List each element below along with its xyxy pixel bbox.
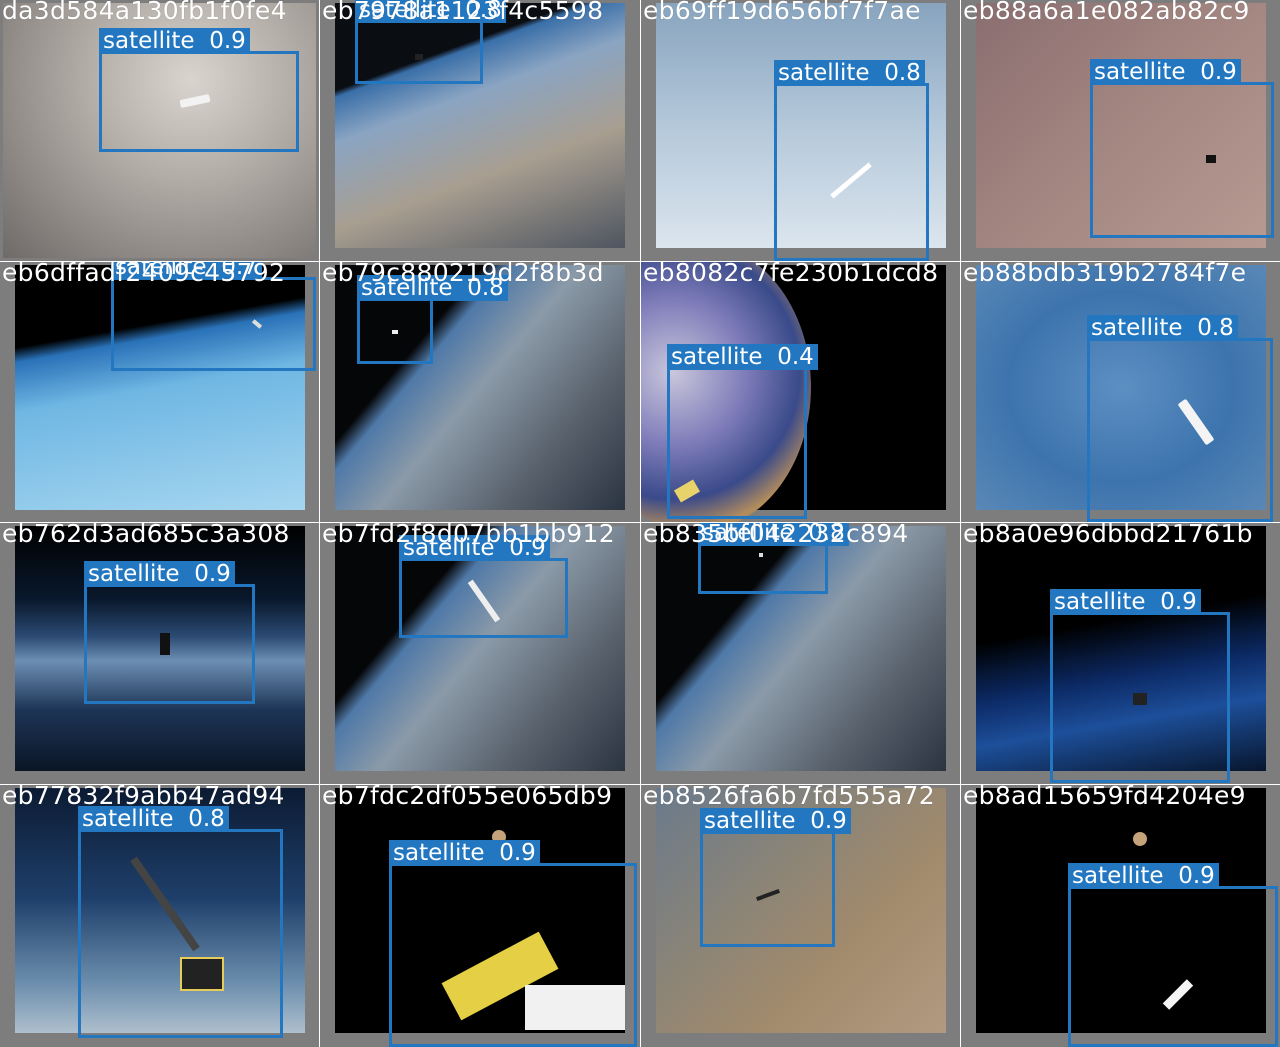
bounding-box: satellite 0.8 — [357, 275, 508, 364]
tile-9[interactable]: satellite 0.9 eb762d3ad685c3a308 — [0, 523, 319, 784]
tile-14[interactable]: satellite 0.9 eb7fdc2df055e065db9 — [320, 785, 640, 1047]
tile-12[interactable]: satellite 0.9 eb8a0e96dbbd21761b — [961, 523, 1280, 784]
tile-10[interactable]: satellite 0.9 eb7fd2f8d07bb1bb912 — [320, 523, 640, 784]
detection-label: satellite 0.9 — [1050, 589, 1201, 615]
detection-label: satellite 0.9 — [389, 840, 540, 866]
tile-1[interactable]: satellite 0.9 da3d584a130fb1f0fe4 — [0, 0, 319, 261]
tile-filename: eb7fd2f8d07bb1bb912 — [322, 523, 615, 548]
tile-filename: eb79c880219d2f8b3d — [322, 262, 604, 287]
bounding-box: satellite 0.8 — [698, 523, 849, 594]
tile-13[interactable]: satellite 0.8 eb77832f9abb47ad94 — [0, 785, 319, 1047]
bounding-box: satellite 0.8 — [1087, 315, 1273, 522]
tile-filename: eb88a6a1e082ab82c9 — [963, 0, 1250, 25]
tile-3[interactable]: satellite 0.8 eb69ff19d656bf7f7ae — [641, 0, 960, 261]
tile-7[interactable]: satellite 0.4 eb8082c7fe230b1dcd8 — [641, 262, 960, 522]
tile-filename: eb8a0e96dbbd21761b — [963, 523, 1253, 548]
detection-label: satellite 0.8 — [774, 60, 925, 86]
tile-filename: eb8ad15659fd4204e9 — [963, 785, 1246, 810]
detection-label: satellite 0.9 — [700, 808, 851, 834]
bounding-box: satellite 0.8 — [78, 806, 283, 1038]
detection-label: satellite 0.9 — [84, 561, 235, 587]
tile-filename: eb6dffadf2409c45792 — [2, 262, 286, 287]
detection-label: satellite 0.9 — [1090, 59, 1241, 85]
detection-label: satellite 0.8 — [1087, 315, 1238, 341]
tile-15[interactable]: satellite 0.9 eb8526fa6b7fd555a72 — [641, 785, 960, 1047]
tile-16[interactable]: satellite 0.9 eb8ad15659fd4204e9 — [961, 785, 1280, 1047]
bounding-box: satellite 0.9 — [700, 808, 851, 947]
moon — [1133, 832, 1147, 846]
tile-filename: eb835bf042232c894 — [643, 523, 909, 548]
bounding-box: satellite 0.9 — [389, 840, 637, 1047]
bounding-box: satellite 0.9 — [1050, 589, 1230, 783]
tile-filename: da3d584a130fb1f0fe4 — [2, 0, 287, 25]
tile-2[interactable]: satellite 0.8 eb7978a1123f4c5598 — [320, 0, 640, 261]
detection-label: satellite 0.4 — [667, 344, 818, 370]
tile-5[interactable]: satellite 0.7 eb6dffadf2409c45792 — [0, 262, 319, 522]
bounding-box: satellite 0.9 — [1090, 59, 1274, 238]
tile-4[interactable]: satellite 0.9 eb88a6a1e082ab82c9 — [961, 0, 1280, 261]
tile-filename: eb8082c7fe230b1dcd8 — [643, 262, 939, 287]
tile-filename: eb8526fa6b7fd555a72 — [643, 785, 935, 810]
bounding-box: satellite 0.4 — [667, 344, 818, 519]
tile-6[interactable]: satellite 0.8 eb79c880219d2f8b3d — [320, 262, 640, 522]
tile-filename: eb88bdb319b2784f7e — [963, 262, 1247, 287]
tile-filename: eb77832f9abb47ad94 — [2, 785, 285, 810]
tile-8[interactable]: satellite 0.8 eb88bdb319b2784f7e — [961, 262, 1280, 522]
bounding-box: satellite 0.9 — [99, 28, 299, 152]
tile-filename: eb69ff19d656bf7f7ae — [643, 0, 921, 25]
tile-filename: eb7978a1123f4c5598 — [322, 0, 604, 25]
detection-results-grid: satellite 0.9 da3d584a130fb1f0fe4 satell… — [0, 0, 1280, 1047]
detection-label: satellite 0.9 — [99, 28, 250, 54]
bounding-box: satellite 0.9 — [1068, 863, 1278, 1047]
tile-11[interactable]: satellite 0.8 eb835bf042232c894 — [641, 523, 960, 784]
bounding-box: satellite 0.9 — [84, 561, 255, 704]
tile-filename: eb7fdc2df055e065db9 — [322, 785, 613, 810]
bounding-box: satellite 0.7 — [111, 262, 316, 371]
bounding-box: satellite 0.8 — [355, 0, 506, 84]
bounding-box: satellite 0.9 — [399, 535, 568, 638]
detection-label: satellite 0.9 — [1068, 863, 1219, 889]
tile-filename: eb762d3ad685c3a308 — [2, 523, 290, 548]
bounding-box: satellite 0.8 — [774, 60, 929, 261]
